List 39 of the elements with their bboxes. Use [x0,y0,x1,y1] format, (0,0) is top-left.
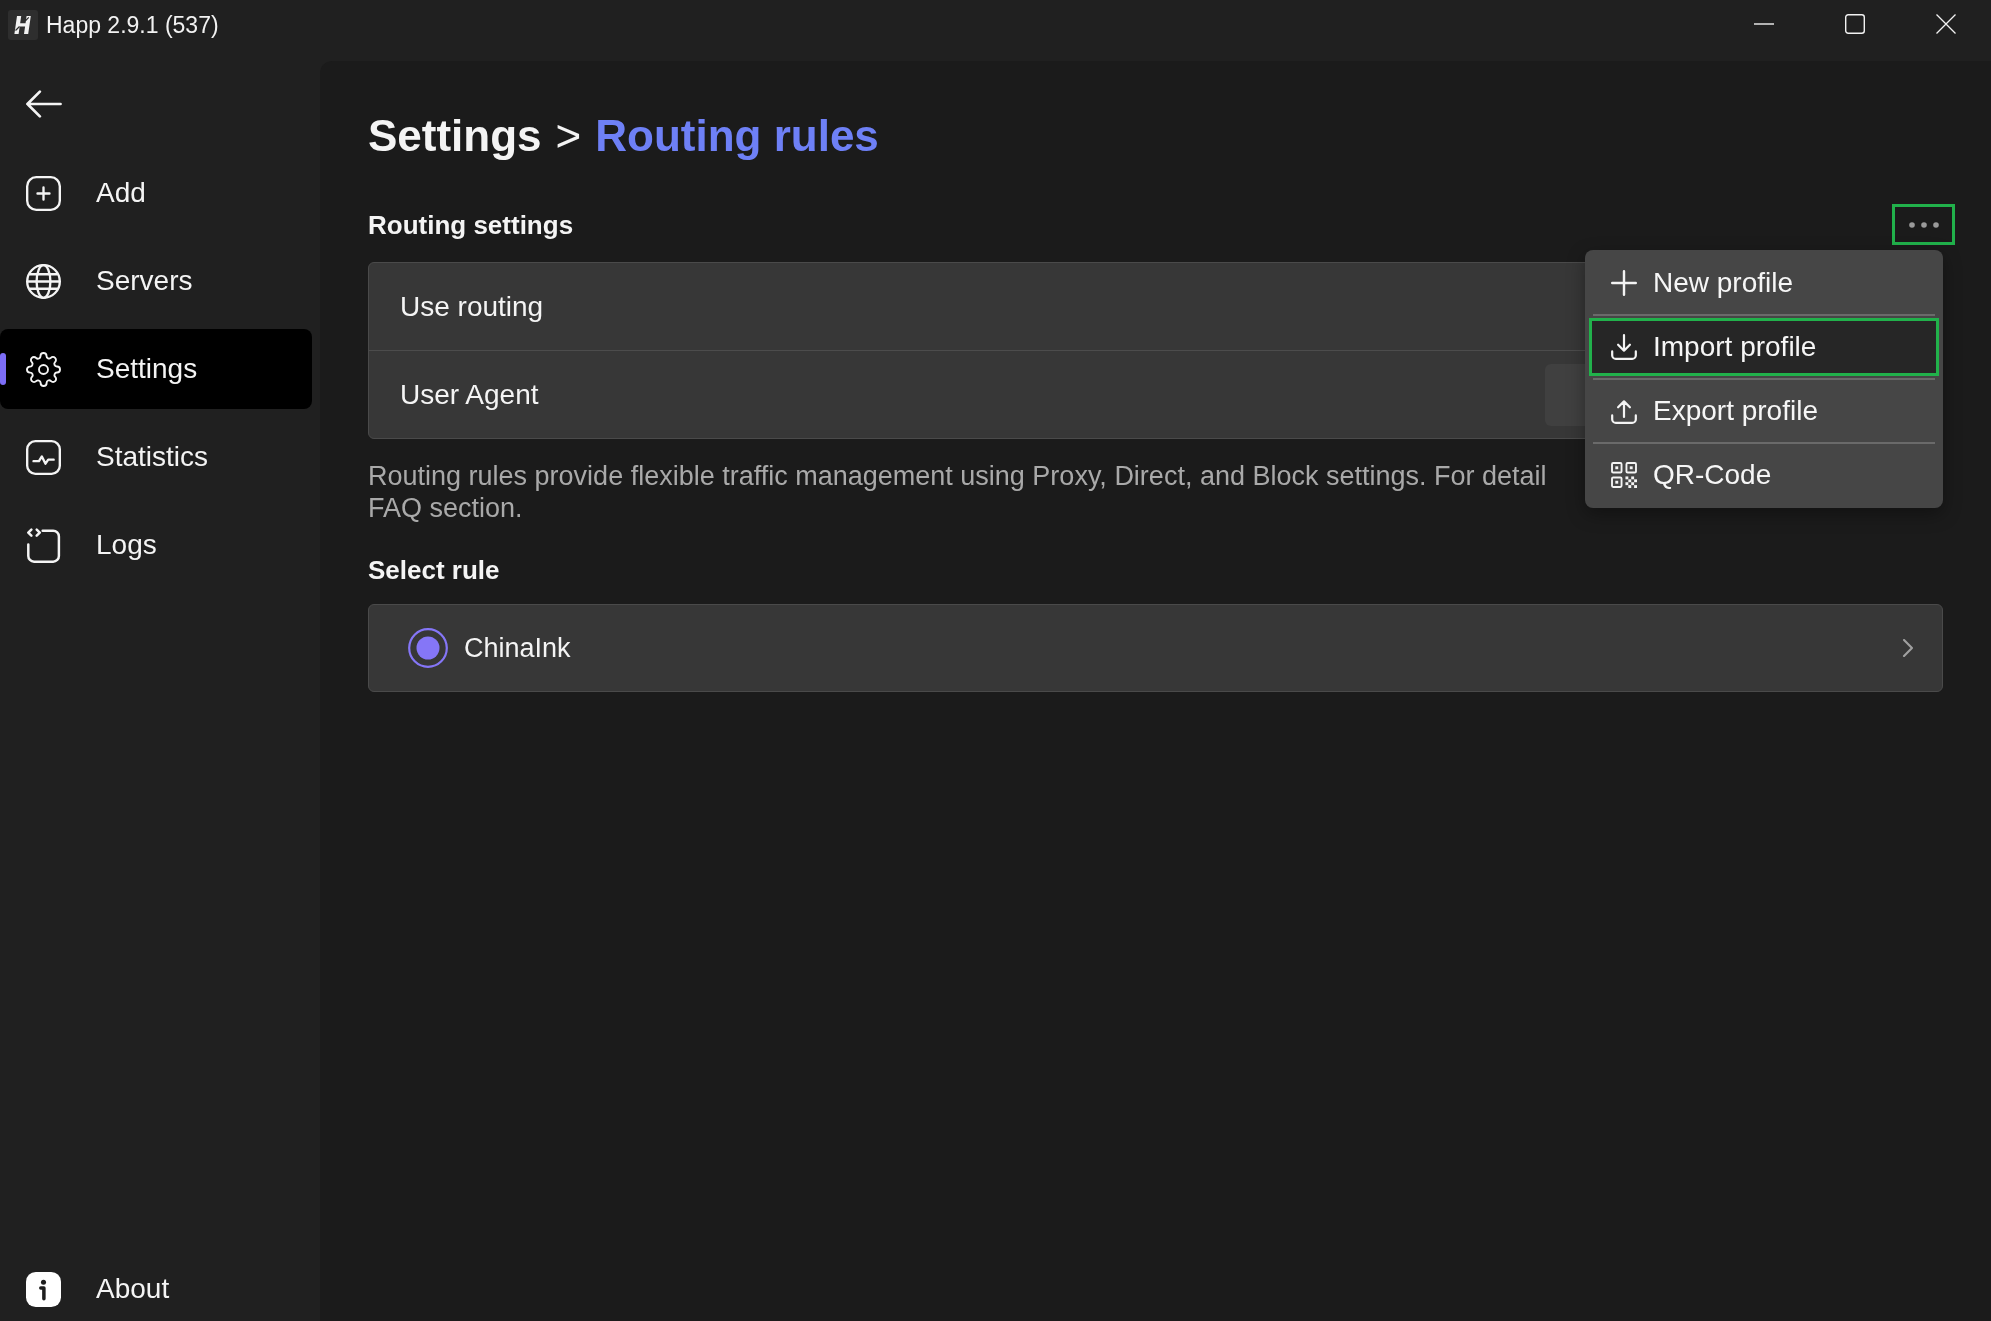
page-title: Routing rules [595,110,879,162]
breadcrumb-link[interactable]: Settings [368,108,542,164]
description-text: Routing rules provide flexible traffic management using Proxy, Direct, and Block settings. For detail FAQ section. [368,460,1547,524]
window-title: Happ 2.9.1 (537) [46,11,219,40]
sidebar-item[interactable]: Settings [0,329,312,409]
row-label: User Agent [400,378,539,411]
download-icon [1611,334,1637,360]
menu-item[interactable]: Export profile [1589,382,1939,440]
sidebar-item[interactable]: Logs [0,505,312,585]
menu-item[interactable]: Import profile [1589,318,1939,376]
section-title: Routing settings [368,208,574,242]
plus-square-icon [26,175,61,211]
close-icon [1935,14,1956,34]
plus-icon [1611,270,1637,296]
sidebar-item[interactable]: Servers [0,241,312,321]
rule-item[interactable]: ChinaInk [368,604,1943,692]
menu-item[interactable]: New profile [1589,254,1939,312]
maximize-icon [1844,14,1865,34]
menu-item[interactable]: QR-Code [1589,446,1939,504]
back-arrow-icon [26,90,62,118]
sidebar-item[interactable]: Statistics [0,417,312,497]
sidebar-item[interactable]: About [0,1257,312,1321]
app-logo-icon [8,10,38,40]
qr-code-icon [1611,462,1637,488]
active-indicator-icon [0,353,6,385]
pulse-chart-icon [26,439,61,475]
globe-icon [26,263,61,299]
minimize-icon [1753,23,1774,25]
sidebar-item[interactable]: Add [0,153,312,233]
more-button[interactable] [1892,204,1955,245]
row-label: Use routing [400,290,544,323]
chevron-right-icon [1902,639,1914,657]
info-icon [26,1271,61,1307]
breadcrumb-separator: > [555,110,582,162]
code-window-icon [26,527,61,563]
more-icon [1908,221,1939,228]
section-title: Select rule [368,554,501,587]
upload-icon [1611,398,1637,424]
gear-icon [26,351,61,387]
